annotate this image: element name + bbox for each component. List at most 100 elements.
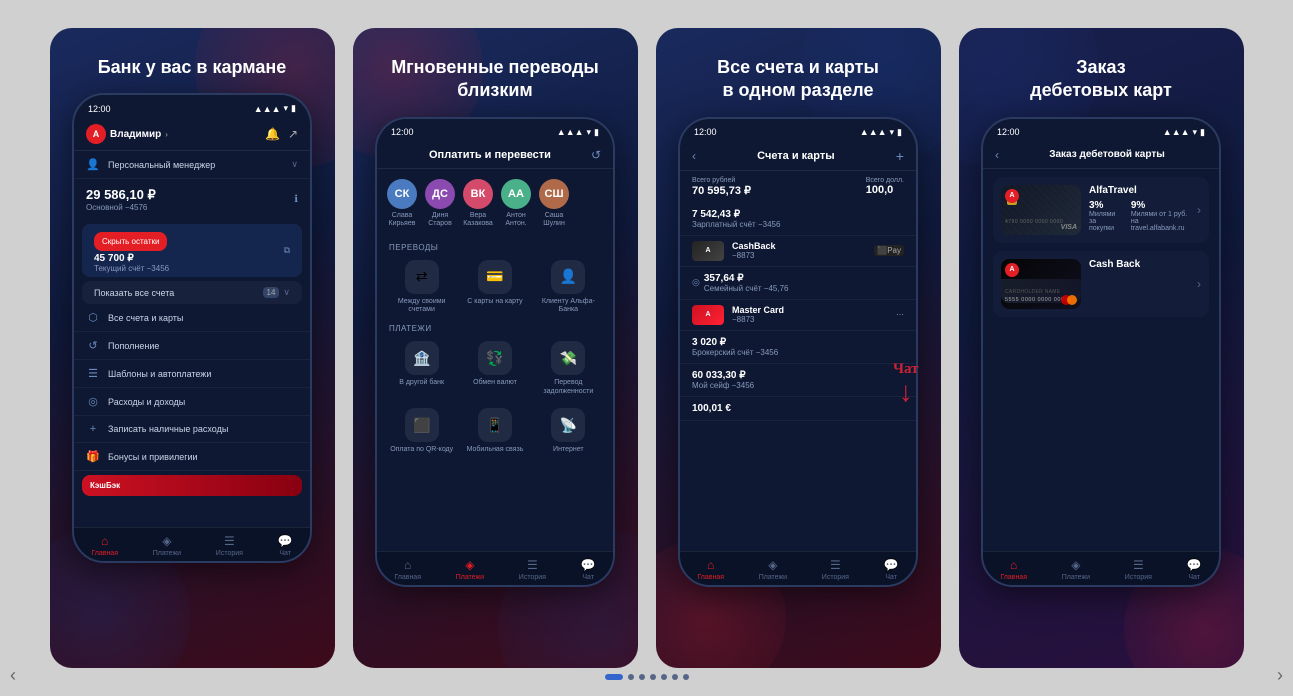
card-cashback[interactable]: А CashBack −8873 ⬛Pay [680,236,916,267]
nav-home-4[interactable]: ⌂ Главная [1000,558,1027,581]
contact-1[interactable]: СК СлаваКирьяев [387,179,417,229]
current-balance-row: Скрыть остатки 45 700 ₽ Текущий счёт −34… [82,224,302,277]
wifi-icon: ▾ [284,103,289,114]
cashback-chevron: › [1197,277,1201,291]
all-accounts-menu[interactable]: ⬡ Все счета и карты [74,304,310,332]
transfer-card[interactable]: 💳 С карты на карту [462,260,527,315]
cashback-teaser[interactable]: КэшБэк [82,475,302,496]
safe-amount: 60 033,30 ₽ [692,370,904,381]
current-balance-amount: 45 700 ₽ [94,253,169,264]
screen-content-4: ‹ Заказ дебетовой карты А [983,142,1219,551]
dot-3[interactable] [639,674,645,680]
history-icon-2: ☰ [527,558,538,572]
nav-chat-2[interactable]: 💬 Чат [581,558,596,581]
nav-history-1[interactable]: ☰ История [216,534,243,557]
s1-user[interactable]: А Владимир › [86,124,168,144]
back-icon-4[interactable]: ‹ [995,148,999,162]
total-rub: Всего рублей 70 595,73 ₽ [692,177,751,197]
transfer-card-label: С карты на карту [467,298,522,306]
show-all-chevron: ∨ [283,287,290,298]
transfer-card-icon: 💳 [478,260,512,294]
payments-icon-2: ◈ [465,558,474,572]
nav-home-label-2: Главная [394,574,421,581]
nav-payments-3[interactable]: ◈ Платежи [759,558,787,581]
nav-home-1[interactable]: ⌂ Главная [91,534,118,557]
bell-icon[interactable]: 🔔 [265,127,280,141]
dot-7[interactable] [683,674,689,680]
scroll-right[interactable]: › [1277,665,1283,686]
contact-4[interactable]: АА АнтонАнтон. [501,179,531,229]
payment-debt[interactable]: 💸 Перевод задолженности [536,341,601,396]
scroll-left[interactable]: ‹ [10,665,16,686]
nav-chat-1[interactable]: 💬 Чат [278,534,293,557]
nav-home-label-3: Главная [697,574,724,581]
transfer-between[interactable]: ⇄ Между своими счетами [389,260,454,315]
family-name: Семейный счёт −45,76 [704,284,789,293]
contact-2[interactable]: ДС ДиняСтаров [425,179,455,229]
topup-menu[interactable]: ↺ Пополнение [74,332,310,360]
payment-internet-label: Интернет [553,446,584,454]
hide-btn[interactable]: Скрыть остатки [94,232,167,251]
main-balance-amount: 29 586,10 ₽ [86,187,156,203]
stat-1-value: 3% [1089,200,1119,211]
slide-3-phone: 12:00 ▲▲▲ ▾ ▮ ‹ Счета и карты + [678,117,918,587]
dot-1[interactable] [605,674,623,680]
share-icon[interactable]: ↗ [288,127,298,141]
payment-mobile-icon: 📱 [478,408,512,442]
signal-icon-2: ▲▲▲ [557,127,584,137]
refresh-icon[interactable]: ↺ [591,148,601,162]
contact-avatar-1: СК [387,179,417,209]
payments-icon-3: ◈ [768,558,777,572]
nav-chat-3[interactable]: 💬 Чат [884,558,899,581]
card-offer-cashback[interactable]: А 5555 0000 0000 0000 [993,251,1209,317]
s1-header: А Владимир › 🔔 ↗ [74,118,310,151]
nav-payments-2[interactable]: ◈ Платежи [456,558,484,581]
time-2: 12:00 [391,127,414,137]
payment-exchange[interactable]: 💱 Обмен валют [462,341,527,396]
nav-history-4[interactable]: ☰ История [1125,558,1152,581]
s4-title: Заказ дебетовой карты [1007,149,1207,160]
total-rub-label: Всего рублей [692,177,751,184]
alfa-logo: А [86,124,106,144]
nav-history-3[interactable]: ☰ История [822,558,849,581]
nav-chat-label-3: Чат [885,574,897,581]
nav-chat-4[interactable]: 💬 Чат [1187,558,1202,581]
s3-title: Счета и карты [757,150,835,162]
contacts-row: СК СлаваКирьяев ДС ДиняСтаров ВК ВераКаз… [377,169,613,239]
slide-1-screen: 12:00 ▲▲▲ ▾ ▮ А Владимир [74,95,310,561]
nav-payments-label-4: Платежи [1062,574,1090,581]
payment-bank[interactable]: 🏦 В другой банк [389,341,454,396]
templates-menu[interactable]: ☰ Шаблоны и автоплатежи [74,360,310,388]
expenses-menu[interactable]: ◎ Расходы и доходы [74,388,310,416]
slide-1-phone: 12:00 ▲▲▲ ▾ ▮ А Владимир [72,93,312,563]
plus-icon: + [86,423,100,435]
show-all-btn[interactable]: Показать все счета 14 ∨ [82,281,302,304]
back-icon-3[interactable]: ‹ [692,149,696,163]
chat-icon: 💬 [278,534,293,548]
card-mastercard[interactable]: А Master Card −8873 ··· [680,300,916,331]
payment-internet[interactable]: 📡 Интернет [536,408,601,454]
cash-menu[interactable]: + Записать наличные расходы [74,416,310,443]
nav-payments-4[interactable]: ◈ Платежи [1062,558,1090,581]
contact-5[interactable]: СШ СашаШулин [539,179,569,229]
bonuses-menu[interactable]: 🎁 Бонусы и привилегии [74,443,310,471]
dot-6[interactable] [672,674,678,680]
copy-icon[interactable]: ⧉ [284,245,290,256]
dot-2[interactable] [628,674,634,680]
battery-icon-4: ▮ [1200,127,1205,138]
payment-mobile[interactable]: 📱 Мобильная связь [462,408,527,454]
dot-5[interactable] [661,674,667,680]
contact-3[interactable]: ВК ВераКазакова [463,179,493,229]
add-icon-3[interactable]: + [896,148,904,164]
personal-manager-row[interactable]: 👤 Персональный менеджер ∨ [74,151,310,179]
dot-4[interactable] [650,674,656,680]
nav-history-2[interactable]: ☰ История [519,558,546,581]
nav-home-2[interactable]: ⌂ Главная [394,558,421,581]
nav-payments-1[interactable]: ◈ Платежи [153,534,181,557]
mastercard-name: Master Card [732,305,888,315]
payment-qr[interactable]: ⬛ Оплата по QR-коду [389,408,454,454]
card-offer-alfatravel[interactable]: А VISA 4790 0000 0000 0000 AlfaTravel [993,177,1209,243]
nav-home-3[interactable]: ⌂ Главная [697,558,724,581]
transfer-client[interactable]: 👤 Клиенту Альфа-Банка [536,260,601,315]
apple-pay-icon: ⬛Pay [874,245,904,256]
